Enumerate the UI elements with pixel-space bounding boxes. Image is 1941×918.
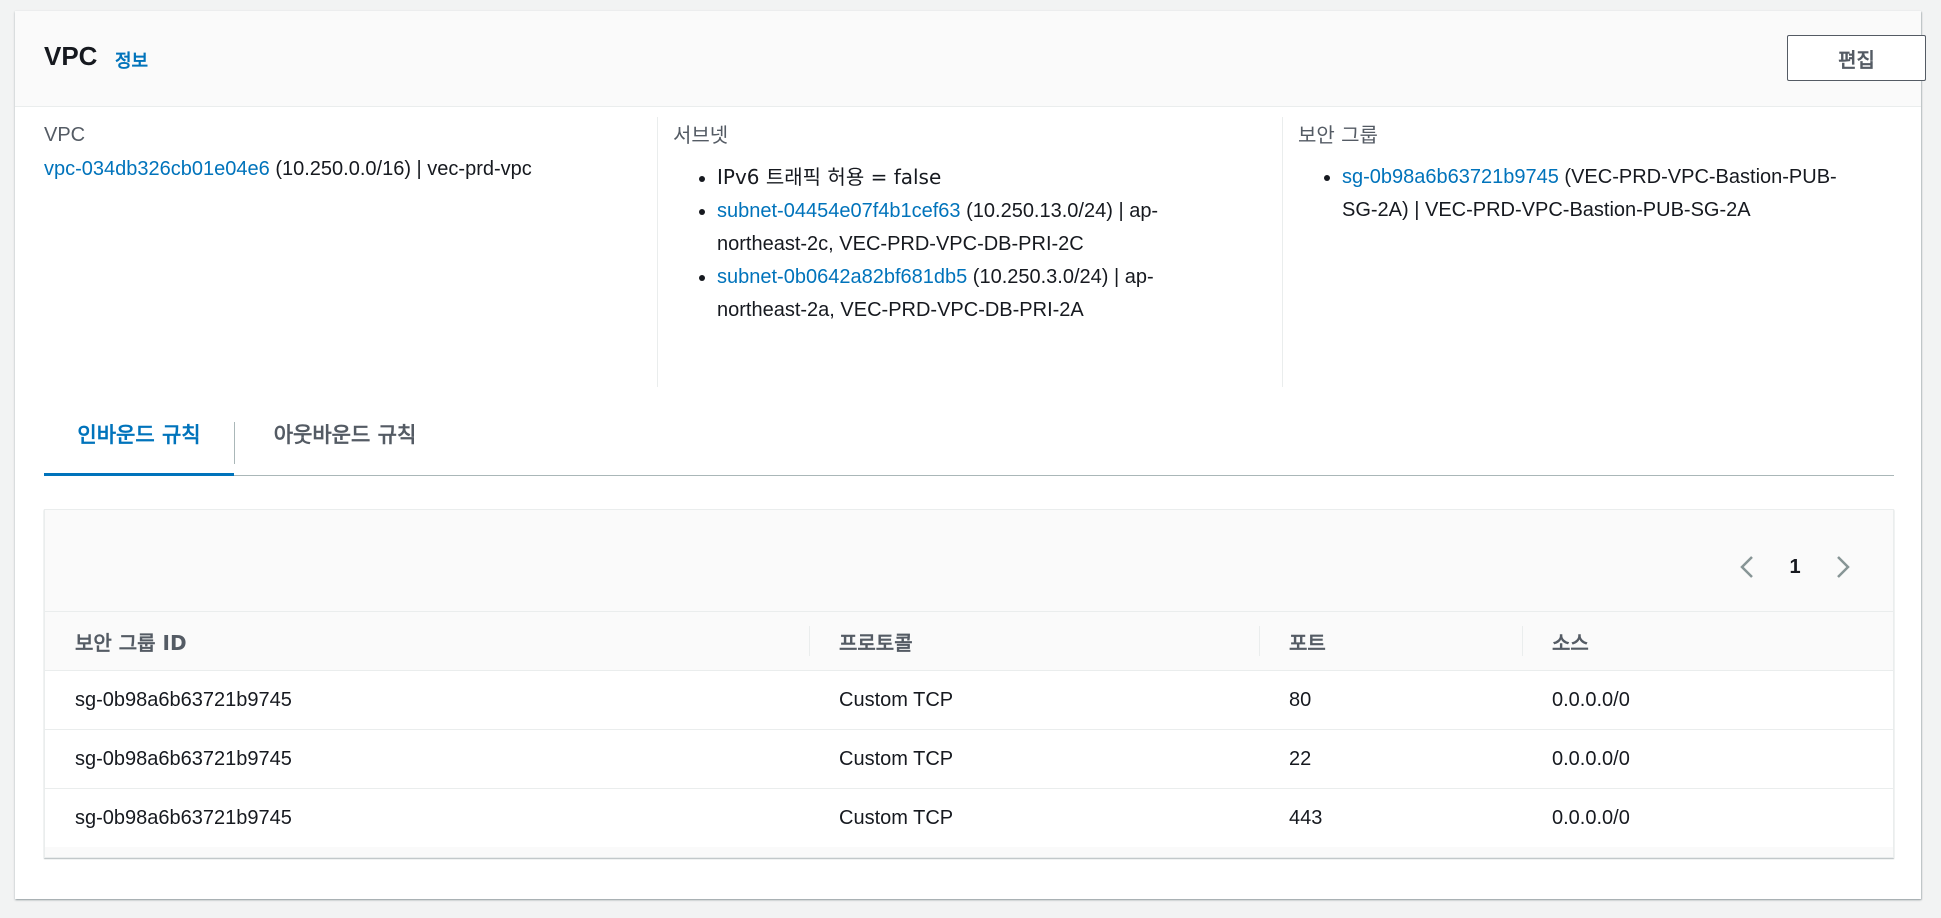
column-header-port[interactable]: 포트: [1259, 611, 1522, 671]
current-page-number[interactable]: 1: [1785, 556, 1805, 579]
vpc-value: vpc-034db326cb01e04e6 (10.250.0.0/16) | …: [44, 153, 654, 186]
vpc-column: VPC vpc-034db326cb01e04e6 (10.250.0.0/16…: [44, 117, 654, 387]
vpc-panel: VPC 정보 편집 VPC vpc-034db326cb01e04e6 (10.…: [15, 11, 1926, 899]
pagination: 1: [1733, 552, 1857, 582]
cell-protocol: Custom TCP: [809, 670, 1259, 730]
subnet-column: 서브넷 IPv6 트래픽 허용 = false subnet-04454e07f…: [657, 117, 1279, 387]
security-group-list-wrap: sg-0b98a6b63721b9745 (VEC-PRD-VPC-Bastio…: [1298, 161, 1912, 227]
panel-title: VPC: [44, 41, 98, 71]
cell-protocol: Custom TCP: [839, 806, 954, 829]
vpc-label: VPC: [44, 124, 86, 146]
table-row: sg-0b98a6b63721b9745 Custom TCP 443 0.0.…: [45, 789, 1893, 848]
cell-protocol: Custom TCP: [809, 729, 1259, 789]
cell-security-group-id: sg-0b98a6b63721b9745: [45, 729, 809, 789]
subnet-list: IPv6 트래픽 허용 = false subnet-04454e07f4b1c…: [673, 161, 1279, 327]
tab-outbound-label: 아웃바운드 규칙: [273, 423, 417, 447]
cell-port: 80: [1259, 670, 1522, 730]
column-header-protocol[interactable]: 프로토콜: [809, 611, 1259, 671]
rules-table-container: 1 보안 그룹 ID 프로토콜 포트 소스 sg-0b98a6b63721b97…: [44, 509, 1894, 858]
subnet-detail: (10.250.3.0/24) | ap-: [967, 266, 1154, 288]
cell-source: 0.0.0.0/0: [1522, 729, 1893, 789]
security-group-detail: SG-2A) | VEC-PRD-VPC-Bastion-PUB-SG-2A: [1342, 199, 1751, 221]
cell-security-group-id: sg-0b98a6b63721b9745: [45, 670, 809, 730]
cell-port: 443: [1289, 806, 1323, 829]
ipv6-setting: IPv6 트래픽 허용 = false: [717, 165, 942, 189]
tab-inbound-label: 인바운드 규칙: [77, 423, 201, 447]
list-item: IPv6 트래픽 허용 = false: [717, 161, 1279, 195]
security-group-detail: (VEC-PRD-VPC-Bastion-PUB-: [1558, 166, 1837, 188]
cell-source: 0.0.0.0/0: [1522, 670, 1893, 730]
subnet-list-wrap: IPv6 트래픽 허용 = false subnet-04454e07f4b1c…: [673, 161, 1279, 327]
vpc-id-link[interactable]: vpc-034db326cb01e04e6: [44, 158, 270, 180]
chevron-right-icon: [1837, 556, 1850, 578]
cell-port: 22: [1259, 729, 1522, 789]
chevron-left-icon: [1740, 556, 1753, 578]
next-page-button[interactable]: [1829, 552, 1857, 582]
column-header-security-group-id[interactable]: 보안 그룹 ID: [45, 611, 809, 671]
tab-outbound-rules[interactable]: 아웃바운드 규칙: [235, 406, 455, 475]
edit-button[interactable]: 편집: [1787, 35, 1926, 81]
security-group-column: 보안 그룹 sg-0b98a6b63721b9745 (VEC-PRD-VPC-…: [1282, 117, 1912, 387]
inbound-rules-table: 보안 그룹 ID 프로토콜 포트 소스 sg-0b98a6b63721b9745…: [45, 611, 1893, 847]
cell-security-group-id: sg-0b98a6b63721b9745: [75, 806, 292, 829]
subnet-link[interactable]: subnet-04454e07f4b1cef63: [717, 200, 961, 222]
cell-source: 0.0.0.0/0: [1552, 806, 1630, 829]
vpc-detail: (10.250.0.0/16) | vec-prd-vpc: [275, 158, 532, 180]
tab-inbound-rules[interactable]: 인바운드 규칙: [44, 406, 234, 476]
table-row: sg-0b98a6b63721b9745 Custom TCP 22 0.0.0…: [45, 729, 1893, 789]
subnet-label: 서브넷: [673, 123, 729, 147]
subnet-detail: northeast-2a, VEC-PRD-VPC-DB-PRI-2A: [717, 299, 1084, 321]
list-item: subnet-04454e07f4b1cef63 (10.250.13.0/24…: [717, 195, 1279, 261]
active-tab-indicator: [44, 473, 234, 476]
info-link[interactable]: 정보: [115, 47, 148, 73]
rules-tabs: 인바운드 규칙 아웃바운드 규칙: [44, 406, 1894, 476]
list-item: subnet-0b0642a82bf681db5 (10.250.3.0/24)…: [717, 261, 1279, 327]
subnet-detail: (10.250.13.0/24) | ap-: [960, 200, 1159, 222]
list-item: sg-0b98a6b63721b9745 (VEC-PRD-VPC-Bastio…: [1342, 161, 1912, 227]
subnet-link[interactable]: subnet-0b0642a82bf681db5: [717, 266, 967, 288]
column-header-source[interactable]: 소스: [1522, 611, 1893, 671]
security-group-label: 보안 그룹: [1298, 123, 1378, 147]
security-group-list: sg-0b98a6b63721b9745 (VEC-PRD-VPC-Bastio…: [1298, 161, 1912, 227]
subnet-detail: northeast-2c, VEC-PRD-VPC-DB-PRI-2C: [717, 233, 1084, 255]
security-group-link[interactable]: sg-0b98a6b63721b9745: [1342, 166, 1559, 188]
panel-header: VPC 정보 편집: [15, 11, 1926, 107]
previous-page-button[interactable]: [1733, 552, 1761, 582]
table-header-row: 보안 그룹 ID 프로토콜 포트 소스: [45, 611, 1893, 671]
table-row: sg-0b98a6b63721b9745 Custom TCP 80 0.0.0…: [45, 670, 1893, 730]
